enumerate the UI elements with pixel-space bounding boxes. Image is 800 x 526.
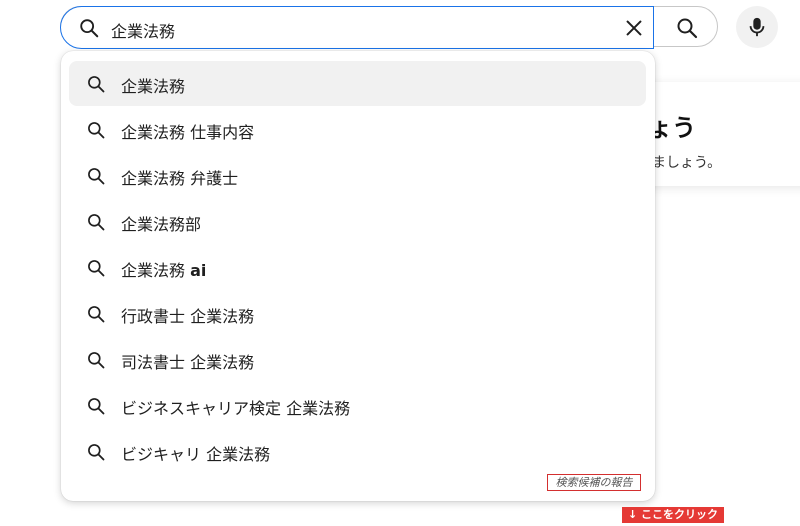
search-icon — [78, 17, 100, 43]
suggestion-text: 企業法務部 — [121, 215, 202, 234]
suggestion-item[interactable]: ビジキャリ 企業法務 — [69, 429, 646, 474]
suggestion-item[interactable]: 司法書士 企業法務 — [69, 337, 646, 382]
suggestions-dropdown: 企業法務企業法務 仕事内容 企業法務 弁護士 企業法務部企業法務 ai 行政書士 企業… — [61, 51, 724, 523]
click-here-annotation: ↓ ここをクリック — [622, 507, 724, 523]
suggestion-item[interactable]: ビジネスキャリア検定 企業法務 — [69, 383, 646, 428]
voice-search-button[interactable] — [736, 6, 778, 48]
suggestion-text: ビジキャリ 企業法務 — [121, 445, 271, 464]
suggestion-item[interactable]: 企業法務 ai — [69, 245, 646, 290]
card-heading: ょう — [648, 114, 696, 142]
suggestion-text: 行政書士 企業法務 — [121, 307, 255, 326]
search-icon — [86, 212, 106, 236]
report-suggestions-link[interactable]: 検索候補の報告 — [547, 474, 641, 491]
suggestion-text: 企業法務 ai — [121, 261, 207, 280]
search-bar: 企業法務 — [60, 6, 720, 49]
suggestion-text: 企業法務 仕事内容 — [121, 123, 255, 142]
suggestion-item[interactable]: 企業法務 — [69, 61, 646, 106]
suggestion-text: 司法書士 企業法務 — [121, 353, 255, 372]
suggestion-item[interactable]: 企業法務部 — [69, 199, 646, 244]
close-icon — [626, 20, 642, 36]
search-icon — [86, 396, 106, 420]
search-icon — [86, 74, 106, 98]
search-icon — [86, 120, 106, 144]
microphone-icon — [749, 17, 765, 37]
search-icon — [86, 350, 106, 374]
search-icon — [86, 304, 106, 328]
suggestion-text: ビジネスキャリア検定 企業法務 — [121, 399, 351, 418]
suggestion-text: 企業法務 — [121, 77, 186, 96]
suggestion-text: 企業法務 弁護士 — [121, 169, 239, 188]
suggestion-item[interactable]: 企業法務 弁護士 — [69, 153, 646, 198]
search-query-text[interactable]: 企業法務 — [111, 18, 175, 42]
suggestion-item[interactable]: 企業法務 仕事内容 — [69, 107, 646, 152]
search-icon — [86, 442, 106, 466]
suggestion-item[interactable]: 行政書士 企業法務 — [69, 291, 646, 336]
search-input[interactable]: 企業法務 — [60, 6, 654, 49]
search-icon — [86, 166, 106, 190]
search-icon — [86, 258, 106, 282]
search-submit-button[interactable] — [654, 6, 720, 49]
search-icon — [677, 18, 698, 39]
clear-search-button[interactable] — [623, 17, 645, 39]
